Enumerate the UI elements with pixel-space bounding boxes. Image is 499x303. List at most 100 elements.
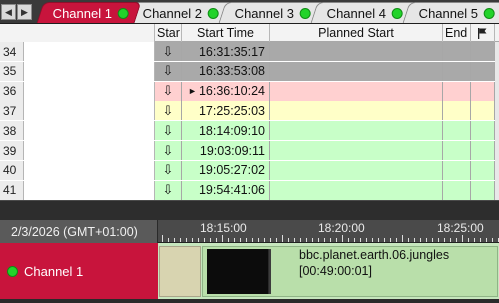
ruler-tick [396,238,397,242]
timeline-ruler[interactable]: 18:15:00 18:20:00 18:25:00 [158,220,499,243]
ruler-tick [486,238,487,242]
row-arrow-icon[interactable]: ⇩ [155,141,182,160]
row-number: 40 [0,160,24,180]
row-arrow-icon[interactable]: ⇩ [155,101,182,121]
column-header-start-time[interactable]: Start Time [182,24,270,42]
row-arrow-icon[interactable]: ⇩ [155,121,182,141]
ruler-tick [366,238,367,242]
channel-name: Channel 1 [24,263,84,279]
ruler-tick [240,238,241,242]
status-dot-icon [392,7,404,19]
row-number: 41 [0,180,24,200]
column-header-end[interactable]: End [443,24,471,42]
ruler-tick [192,238,193,242]
row-end [443,81,471,101]
timeline-track[interactable]: bbc.planet.earth.06.jungles [00:49:00:01… [158,243,499,299]
ruler-tick [474,238,475,242]
row-arrow-icon[interactable]: ⇩ [155,61,182,81]
column-header-star[interactable]: Star [155,24,182,42]
row-arrow-icon[interactable]: ⇩ [155,42,182,61]
row-flag [471,160,495,180]
row-start-time-cell: 18:14:09:10 [182,121,270,141]
row-end [443,141,471,160]
row-start-time-cell: 19:05:27:02 [182,160,270,180]
scroll-tabs-right-button[interactable]: ▶ [17,4,32,20]
triangle-left-icon: ◀ [5,6,12,17]
ruler-tick [162,235,163,242]
tab-channel-5[interactable]: Channel 5 [402,2,499,23]
ruler-tick [210,238,211,242]
thumbnail-divider [269,249,271,294]
tab-channel-3[interactable]: Channel 3 [218,2,326,23]
tab-label: Channel 5 [418,5,479,21]
table-row[interactable]: 41 ⇩ 19:54:41:06 [0,180,499,200]
ruler-tick [282,235,283,242]
status-dot-icon [118,7,130,19]
ruler-tick [228,238,229,242]
row-planned-start [270,42,443,61]
tab-label: Channel 2 [142,5,203,21]
ruler-tick [288,238,289,242]
row-planned-start [270,121,443,141]
row-flag [471,61,495,81]
row-start-time-cell: 17:25:25:03 [182,101,270,121]
ruler-tick [492,238,493,242]
column-header-planned-start[interactable]: Planned Start [270,24,443,42]
timeline-channel-label[interactable]: Channel 1 [0,243,158,299]
ruler-tick [390,238,391,242]
table-row[interactable]: 36 ⇩ ► 16:36:10:24 [0,81,499,101]
ruler-tick [180,238,181,242]
row-number: 36 [0,81,24,101]
row-planned-start [270,101,443,121]
current-item-marker-icon: ► [188,86,197,97]
table-row[interactable]: 40 ⇩ 19:05:27:02 [0,160,499,180]
status-dot-icon [208,7,220,19]
table-row[interactable]: 37 ⇩ 17:25:25:03 [0,101,499,121]
playlist-grid: Star Start Time Planned Start End 34 ⇩ 16:… [0,24,499,200]
table-row[interactable]: 38 ⇩ 18:14:09:10 [0,121,499,141]
row-arrow-icon[interactable]: ⇩ [155,180,182,200]
row-end [443,180,471,200]
tab-channel-1[interactable]: Channel 1 [36,2,142,23]
column-header-flag[interactable] [471,24,495,42]
ruler-tick [420,238,421,242]
row-start-time-cell: 16:33:53:08 [182,61,270,81]
row-blank-cell [24,180,155,200]
ruler-tick [384,238,385,242]
scroll-tabs-left-button[interactable]: ◀ [1,4,16,20]
row-blank-cell [24,61,155,81]
row-planned-start [270,141,443,160]
ruler-tick [414,238,415,242]
row-end [443,42,471,61]
ruler-tick [342,235,343,242]
row-arrow-icon[interactable]: ⇩ [155,81,182,101]
table-row[interactable]: 35 ⇩ 16:33:53:08 [0,61,499,81]
row-flag [471,141,495,160]
row-start-time-cell: 19:54:41:06 [182,180,270,200]
row-arrow-icon[interactable]: ⇩ [155,160,182,180]
table-row[interactable]: 39 ⇩ 19:03:09:11 [0,141,499,160]
grid-scrollbar[interactable] [495,42,499,200]
row-start-time: 19:05:27:02 [198,163,265,178]
timeline-program-block[interactable]: bbc.planet.earth.06.jungles [00:49:00:01… [202,246,498,297]
ruler-tick [294,238,295,242]
row-flag [471,81,495,101]
ruler-tick [222,235,223,242]
status-dot-icon [484,7,496,19]
ruler-tick [204,238,205,242]
row-end [443,160,471,180]
timeline-previous-item[interactable] [159,246,201,297]
ruler-tick [456,238,457,242]
tab-channel-4[interactable]: Channel 4 [310,2,418,23]
ruler-tick [330,238,331,242]
pane-splitter[interactable] [0,200,499,220]
table-row[interactable]: 34 ⇩ 16:31:35:17 [0,42,499,61]
ruler-tick [318,238,319,242]
tab-label: Channel 3 [234,5,295,21]
ruler-tick [402,235,403,242]
tab-channel-2[interactable]: Channel 2 [126,2,234,23]
ruler-tick [198,238,199,242]
status-dot-icon [7,265,18,277]
channel-tab-strip: ◀ ▶ Channel 2 Channel 3 Channel 4 Channe… [0,0,499,24]
grid-header: Star Start Time Planned Start End [0,24,499,42]
